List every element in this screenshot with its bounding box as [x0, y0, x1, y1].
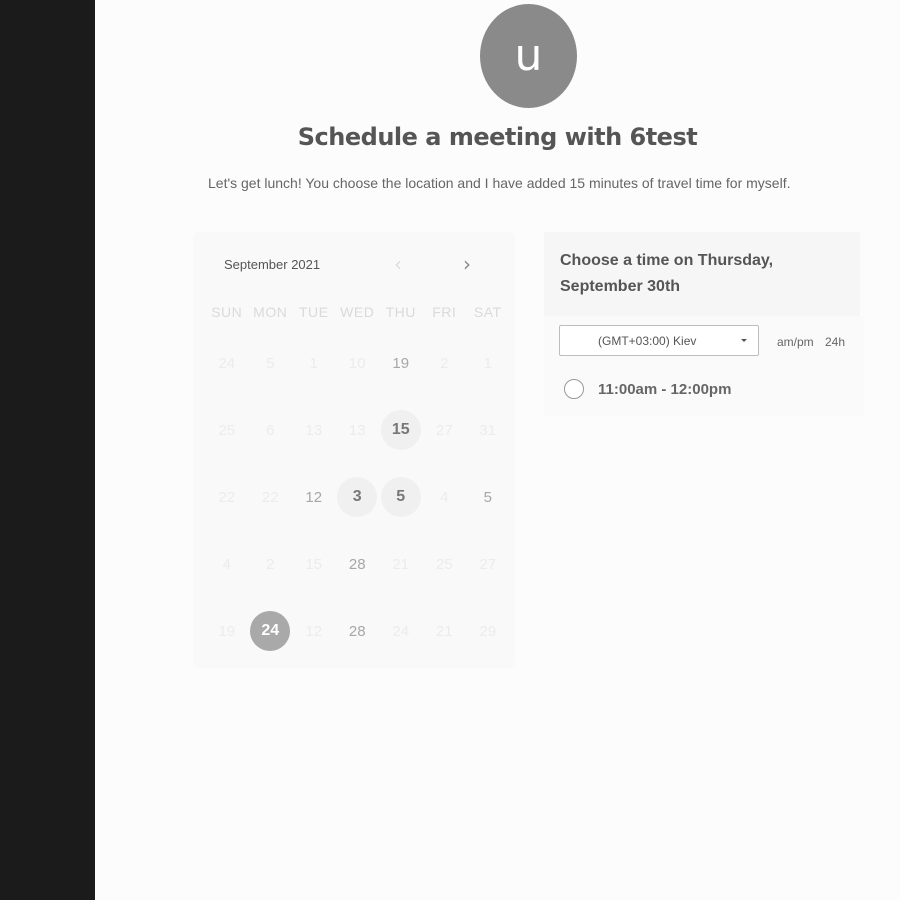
avatar: u	[480, 4, 577, 108]
calendar-day: 13	[305, 421, 323, 439]
weekday-fri: FRI	[432, 304, 457, 320]
calendar-day-selected[interactable]: 24	[249, 610, 293, 677]
calendar-day: 12	[305, 488, 323, 506]
calendar-day: 4	[222, 555, 231, 573]
calendar-day: 5	[483, 488, 492, 506]
calendar-day: 10	[348, 354, 366, 372]
timezone-value: (GMT+03:00) Kiev	[598, 334, 697, 348]
calendar-day-available[interactable]: 3	[336, 476, 380, 543]
calendar-day: 24	[218, 354, 236, 372]
calendar-day: 15	[305, 555, 323, 573]
calendar-day: 31	[479, 421, 497, 439]
calendar-day: 13	[348, 421, 366, 439]
time-slot[interactable]: 11:00am - 12:00pm	[564, 379, 731, 399]
calendar-day: 28	[348, 555, 366, 573]
calendar-day: 22	[218, 488, 236, 506]
calendar-day: 27	[435, 421, 453, 439]
weekday-wed: WED	[340, 304, 375, 320]
calendar-day: 27	[479, 555, 497, 573]
left-sidebar	[0, 0, 95, 900]
time-slots-panel: (GMT+03:00) Kiev am/pm 24h 11:00am - 12:…	[544, 316, 864, 416]
calendar-day: 29	[479, 622, 497, 640]
weekday-tue: TUE	[299, 304, 329, 320]
calendar-day: 25	[218, 421, 236, 439]
time-panel-header: Choose a time on Thursday, September 30t…	[544, 232, 860, 316]
calendar-day: 2	[266, 555, 275, 573]
time-panel-title: Choose a time on Thursday, September 30t…	[560, 252, 774, 295]
calendar-day: 21	[392, 555, 410, 573]
chevron-down-icon	[741, 339, 747, 342]
weekday-header: SUN MON TUE WED THU FRI SAT	[205, 304, 510, 320]
format-ampm-toggle[interactable]: am/pm	[777, 335, 814, 349]
next-month-icon[interactable]: ›	[463, 254, 471, 274]
timezone-select[interactable]: (GMT+03:00) Kiev	[559, 325, 759, 356]
calendar-day: 25	[435, 555, 453, 573]
prev-month-icon[interactable]: ‹	[394, 254, 402, 274]
calendar-day: 12	[305, 622, 323, 640]
month-label: September 2021	[224, 257, 321, 272]
weekday-thu: THU	[385, 304, 416, 320]
calendar-day: 19	[392, 354, 410, 372]
page-title: Schedule a meeting with 6test	[297, 123, 698, 151]
calendar-day: 4	[440, 488, 449, 506]
calendar-day: 6	[266, 421, 275, 439]
time-slot-label: 11:00am - 12:00pm	[598, 380, 732, 398]
calendar-day: 2	[440, 354, 449, 372]
calendar-day: 5	[266, 354, 275, 372]
calendar-day: 21	[435, 622, 453, 640]
weekday-mon: MON	[253, 304, 288, 320]
weekday-sun: SUN	[211, 304, 243, 320]
calendar-day: 22	[261, 488, 279, 506]
avatar-initial: u	[514, 30, 543, 81]
calendar-day: 28	[348, 622, 366, 640]
calendar-day-available[interactable]: 5	[379, 476, 423, 543]
calendar: September 2021 ‹ › SUN MON TUE WED THU F…	[193, 232, 515, 668]
format-24h-toggle[interactable]: 24h	[825, 335, 845, 349]
calendar-day: 24	[392, 622, 410, 640]
calendar-day: 19	[218, 622, 236, 640]
event-description: Let's get lunch! You choose the location…	[208, 175, 791, 191]
calendar-day: 1	[483, 354, 492, 372]
weekday-sat: SAT	[473, 304, 502, 320]
calendar-day-available[interactable]: 15	[379, 409, 423, 476]
radio-icon[interactable]	[564, 379, 584, 399]
day-grid: 24 5 1 10 19 2 1 25 6 13 13 15 27 31 22 …	[205, 342, 510, 677]
calendar-day: 1	[309, 354, 318, 372]
